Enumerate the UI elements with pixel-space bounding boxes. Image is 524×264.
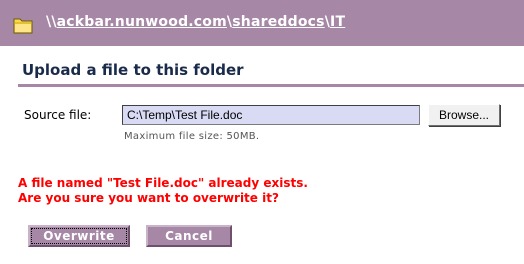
folder-icon — [13, 16, 34, 34]
warning-line-2: Are you sure you want to overwrite it? — [18, 191, 279, 205]
upload-dialog: \\ackbar.nunwood.com\shareddocs\IT Uploa… — [0, 0, 524, 264]
overwrite-button[interactable]: Overwrite — [28, 225, 130, 247]
path-link-host[interactable]: ackbar.nunwood.com — [57, 14, 227, 30]
folder-path: \\ackbar.nunwood.com\shareddocs\IT — [46, 14, 345, 30]
path-link-folder[interactable]: IT — [330, 14, 345, 30]
max-file-size-note: Maximum file size: 50MB. — [124, 131, 260, 142]
source-file-label: Source file: — [24, 108, 92, 122]
overwrite-warning: A file named "Test File.doc" already exi… — [18, 176, 308, 206]
path-header: \\ackbar.nunwood.com\shareddocs\IT — [0, 0, 524, 46]
page-title: Upload a file to this folder — [22, 61, 244, 79]
source-file-input[interactable] — [122, 105, 420, 125]
warning-line-1: A file named "Test File.doc" already exi… — [18, 176, 308, 190]
path-prefix: \\ — [46, 14, 57, 30]
title-divider — [18, 84, 524, 87]
path-link-share[interactable]: shareddocs — [232, 14, 324, 30]
cancel-button[interactable]: Cancel — [146, 225, 232, 247]
browse-button[interactable]: Browse... — [428, 104, 500, 126]
